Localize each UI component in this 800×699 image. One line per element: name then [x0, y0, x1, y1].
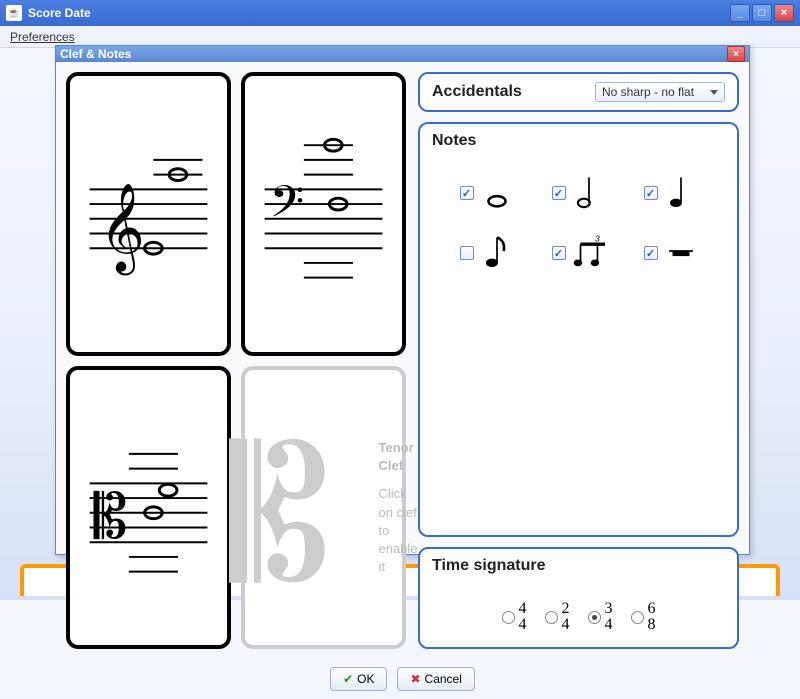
dialog-buttons: ✔ OK ✖ Cancel [56, 659, 749, 699]
svg-text:𝄞: 𝄞 [99, 183, 144, 275]
treble-clef-icon: 𝄞 [70, 76, 227, 352]
checkbox-icon: ✓ [552, 246, 566, 260]
note-option-whole[interactable]: ✓ [460, 174, 514, 212]
notes-label: Notes [432, 132, 725, 150]
clef-card-treble[interactable]: 𝄞 [66, 72, 231, 356]
svg-text:3: 3 [594, 234, 599, 244]
accidentals-value: No sharp - no flat [602, 85, 694, 99]
radio-icon [588, 611, 601, 624]
maximize-button[interactable]: □ [752, 4, 772, 22]
timesig-6-8[interactable]: 68 [631, 601, 656, 633]
note-option-rest[interactable]: ✓ [644, 234, 698, 272]
cross-icon: ✖ [410, 672, 420, 686]
ok-button[interactable]: ✔ OK [330, 667, 387, 691]
clef-card-alto[interactable]: 𝄡 [66, 366, 231, 650]
java-icon: ☕ [6, 5, 22, 21]
eighth-note-icon [480, 234, 514, 272]
timesig-2-4[interactable]: 24 [545, 601, 570, 633]
check-icon: ✔ [343, 672, 353, 686]
checkbox-icon: ✓ [644, 186, 658, 200]
timesig-fraction: 68 [648, 601, 656, 633]
timesig-fraction: 24 [562, 601, 570, 633]
clef-grid: 𝄞 𝄢 [66, 72, 406, 649]
tenor-clef-icon: 𝄡 [229, 378, 370, 638]
dialog-titlebar: Clef & Notes × [56, 46, 749, 62]
checkbox-icon: ✓ [552, 186, 566, 200]
menu-preferences[interactable]: Preferences [4, 28, 81, 46]
note-option-half[interactable]: ✓ [552, 174, 606, 212]
tenor-title: Tenor Clef [378, 439, 417, 475]
bass-clef-icon: 𝄢 [245, 76, 402, 352]
svg-text:𝄡: 𝄡 [94, 484, 128, 551]
clef-card-tenor[interactable]: 𝄡 Tenor Clef Click on clef to enable it [241, 366, 406, 650]
cancel-button-label: Cancel [425, 672, 462, 686]
note-option-triplet[interactable]: ✓3 [552, 234, 606, 272]
radio-icon [631, 611, 644, 624]
rest-note-icon [664, 234, 698, 272]
clef-notes-dialog: Clef & Notes × 𝄞 [55, 45, 750, 555]
main-window-title: Score Date [28, 6, 91, 20]
notes-panel: Notes ✓✓✓✓3✓ [418, 122, 739, 537]
quarter-note-icon [664, 174, 698, 212]
cancel-button[interactable]: ✖ Cancel [397, 667, 474, 691]
note-option-quarter[interactable]: ✓ [644, 174, 698, 212]
accidentals-panel: Accidentals No sharp - no flat [418, 72, 739, 112]
timesig-4-4[interactable]: 44 [502, 601, 527, 633]
dialog-close-button[interactable]: × [727, 46, 745, 62]
accidentals-select[interactable]: No sharp - no flat [595, 82, 725, 102]
half-note-icon [572, 174, 606, 212]
minimize-button[interactable]: _ [730, 4, 750, 22]
note-option-eighth[interactable] [460, 234, 514, 272]
svg-text:𝄢: 𝄢 [270, 178, 305, 238]
svg-text:𝄡: 𝄡 [229, 415, 331, 618]
checkbox-icon: ✓ [644, 246, 658, 260]
dialog-title: Clef & Notes [60, 47, 131, 61]
radio-icon [545, 611, 558, 624]
main-window-titlebar: ☕ Score Date _ □ × [0, 0, 800, 26]
time-signature-label: Time signature [432, 557, 725, 575]
clef-card-bass[interactable]: 𝄢 [241, 72, 406, 356]
radio-icon [502, 611, 515, 624]
checkbox-icon [460, 246, 474, 260]
whole-note-icon [480, 174, 514, 212]
timesig-3-4[interactable]: 34 [588, 601, 613, 633]
tenor-hint: Click on clef to enable it [378, 485, 417, 576]
accidentals-label: Accidentals [432, 83, 585, 101]
close-button[interactable]: × [774, 4, 794, 22]
checkbox-icon: ✓ [460, 186, 474, 200]
timesig-fraction: 34 [605, 601, 613, 633]
timesig-fraction: 44 [519, 601, 527, 633]
ok-button-label: OK [357, 672, 374, 686]
time-signature-panel: Time signature 44 24 34 68 [418, 547, 739, 649]
alto-clef-icon: 𝄡 [70, 370, 227, 646]
triplet-note-icon: 3 [572, 234, 606, 272]
